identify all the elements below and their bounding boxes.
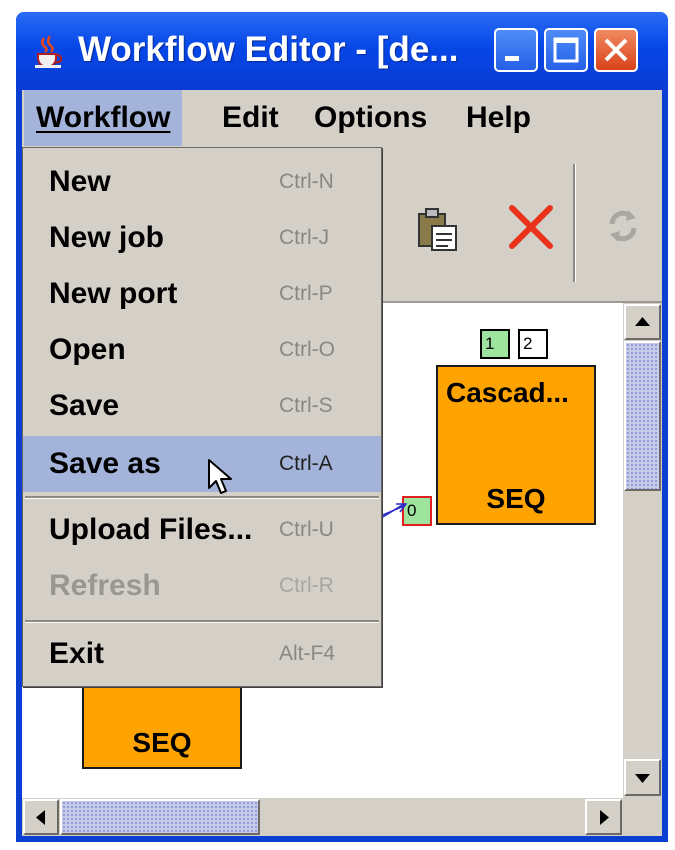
scroll-down-button[interactable] [624, 759, 661, 796]
menu-item-label: Open [49, 333, 126, 366]
menu-item-new[interactable]: New Ctrl-N [23, 154, 381, 210]
port-label: 1 [485, 334, 495, 353]
menu-item-shortcut: Ctrl-N [279, 170, 334, 193]
arrow-left-icon [36, 810, 45, 825]
menu-item-shortcut: Ctrl-J [279, 226, 330, 249]
arrow-up-icon [635, 317, 650, 326]
menu-bar: Workflow Edit Options Help [22, 90, 662, 146]
input-port[interactable]: 1 [480, 329, 510, 359]
menu-edit-label: Edit [222, 101, 279, 134]
menu-item-save[interactable]: Save Ctrl-S [23, 378, 381, 434]
menu-item-label: New port [49, 277, 178, 310]
scroll-right-button[interactable] [585, 799, 622, 835]
title-bar[interactable]: Workflow Editor - [de... [16, 12, 668, 90]
arrow-right-icon [600, 810, 609, 825]
input-port[interactable]: 2 [518, 329, 548, 359]
job-node-cascade[interactable]: Cascad... SEQ [436, 365, 596, 525]
java-cup-icon [35, 35, 63, 68]
menu-item-exit[interactable]: Exit Alt-F4 [23, 626, 381, 682]
menu-item-upload-files[interactable]: Upload Files... Ctrl-U [23, 502, 381, 558]
menu-item-label: Exit [49, 637, 105, 670]
menu-workflow-label: Workflow [36, 101, 171, 134]
scroll-left-button[interactable] [23, 799, 59, 835]
refresh-icon[interactable] [606, 204, 640, 248]
menu-item-shortcut: Ctrl-P [279, 282, 333, 305]
maximize-icon [553, 37, 579, 63]
menu-item-open[interactable]: Open Ctrl-O [23, 322, 381, 378]
arrow-down-icon [635, 774, 650, 783]
menu-separator [25, 620, 379, 623]
menu-item-shortcut: Alt-F4 [279, 642, 336, 665]
port-label: 2 [523, 334, 533, 353]
horizontal-scroll-thumb[interactable] [60, 799, 260, 835]
menu-item-label: Save [49, 389, 120, 422]
menu-item-shortcut: Ctrl-U [279, 518, 334, 541]
menu-item-new-job[interactable]: New job Ctrl-J [23, 210, 381, 266]
mouse-cursor-icon [208, 459, 232, 494]
delete-icon[interactable] [506, 202, 556, 252]
menu-item-label: Save as [49, 447, 161, 480]
vertical-scroll-thumb[interactable] [624, 341, 661, 491]
menu-workflow[interactable]: Workflow [24, 90, 183, 146]
menu-item-shortcut: Ctrl-S [279, 394, 333, 417]
job-type: SEQ [132, 727, 192, 758]
scroll-corner [623, 798, 662, 836]
menu-edit[interactable]: Edit [210, 90, 291, 146]
menu-help[interactable]: Help [454, 90, 543, 146]
job-name: Cascad... [446, 377, 569, 408]
paste-icon[interactable] [416, 206, 460, 254]
menu-item-shortcut: Ctrl-O [279, 338, 335, 361]
vertical-scrollbar[interactable] [623, 303, 662, 798]
menu-separator [25, 496, 379, 499]
menu-item-label: New [49, 165, 111, 198]
menu-item-new-port[interactable]: New port Ctrl-P [23, 266, 381, 322]
workflow-menu-dropdown: New Ctrl-N New job Ctrl-J New port Ctrl-… [22, 147, 382, 687]
job-type: SEQ [486, 483, 546, 514]
menu-item-label: Refresh [49, 569, 161, 602]
minimize-icon [505, 56, 519, 61]
menu-options[interactable]: Options [302, 90, 439, 146]
workflow-editor-window: Workflow Editor - [de... Workflow Edit O… [16, 12, 668, 842]
window-title: Workflow Editor - [de... [78, 30, 459, 69]
job-node-seq[interactable]: SEQ [82, 683, 242, 769]
menu-item-refresh: Refresh Ctrl-R [23, 558, 381, 614]
menu-help-label: Help [466, 101, 532, 134]
minimize-button[interactable] [494, 28, 538, 72]
menu-item-save-as[interactable]: Save as Ctrl-A [23, 436, 381, 494]
menu-item-label: Upload Files... [49, 513, 253, 546]
horizontal-scrollbar[interactable] [22, 798, 623, 836]
close-icon [604, 38, 628, 62]
menu-item-shortcut: Ctrl-A [279, 452, 333, 475]
scroll-up-button[interactable] [624, 304, 661, 340]
maximize-button[interactable] [544, 28, 588, 72]
menu-options-label: Options [314, 101, 428, 134]
menu-item-shortcut: Ctrl-R [279, 574, 334, 597]
menu-item-label: New job [49, 221, 165, 254]
close-button[interactable] [594, 28, 638, 72]
toolbar-separator [573, 164, 576, 282]
